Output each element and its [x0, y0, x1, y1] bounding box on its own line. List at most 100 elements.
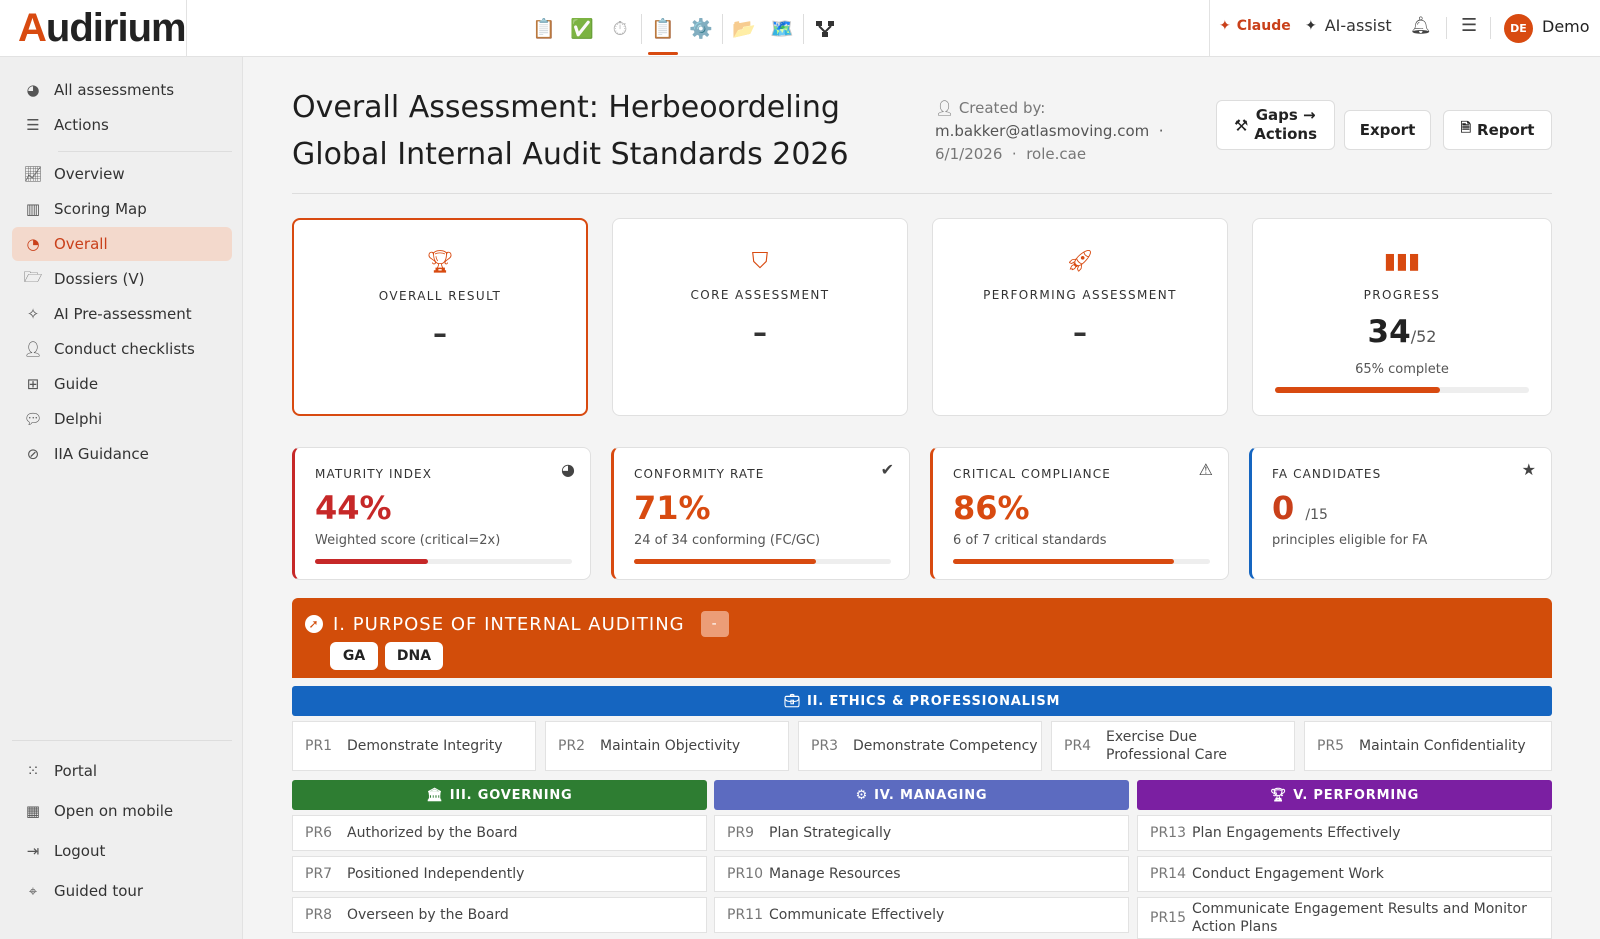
- principle-code: PR1: [305, 738, 333, 754]
- card-label: PROGRESS: [1363, 288, 1441, 302]
- performing-band[interactable]: 🏆︎ V. PERFORMING: [1137, 780, 1552, 810]
- sidebar-item-iia-guidance[interactable]: ⊘ IIA Guidance: [12, 437, 232, 471]
- fa-candidates-card[interactable]: FA CANDIDATES ★ 0 /15 principles eligibl…: [1249, 447, 1552, 580]
- principle-pr8[interactable]: PR8 Overseen by the Board: [292, 897, 707, 933]
- gauge-icon: ◕: [561, 460, 575, 479]
- principle-pr9[interactable]: PR9 Plan Strategically: [714, 815, 1129, 851]
- managing-band[interactable]: ⚙︎ IV. MANAGING: [714, 780, 1129, 810]
- sidebar-item-label: Open on mobile: [54, 802, 174, 820]
- report-label: Report: [1477, 121, 1535, 139]
- sidebar-item-ai-pre-assessment[interactable]: ✧ AI Pre-assessment: [12, 297, 232, 331]
- clipboard-icon[interactable]: 📋: [644, 0, 682, 57]
- gaps-actions-button[interactable]: ⚒ Gaps → Actions: [1216, 100, 1335, 150]
- principle-pr15[interactable]: PR15 Communicate Engagement Results and …: [1137, 897, 1552, 939]
- principle-pr1[interactable]: PR1 Demonstrate Integrity: [292, 721, 536, 771]
- managing-title: IV. MANAGING: [874, 787, 988, 803]
- gauge-icon: ◕: [26, 81, 40, 99]
- export-button[interactable]: Export: [1344, 110, 1431, 150]
- sidebar-item-label: Portal: [54, 762, 98, 780]
- principle-pr3[interactable]: PR3 Demonstrate Competency: [798, 721, 1042, 771]
- principle-name: Maintain Objectivity: [600, 738, 741, 754]
- menu-icon[interactable]: ☰: [1461, 15, 1477, 36]
- sidebar-item-logout[interactable]: ⇥ Logout: [12, 834, 232, 868]
- created-role: role.cae: [1026, 145, 1087, 163]
- ethics-band[interactable]: 💼︎ II. ETHICS & PROFESSIONALISM: [292, 686, 1552, 716]
- maturity-index-card[interactable]: MATURITY INDEX ◕ 44% Weighted score (cri…: [292, 447, 591, 580]
- chart-line-icon: 📈︎: [23, 165, 43, 183]
- principle-name: Demonstrate Integrity: [347, 738, 503, 754]
- divider: [1446, 17, 1447, 39]
- compass-icon: ➚: [305, 615, 323, 633]
- principle-pr13[interactable]: PR13 Plan Engagements Effectively: [1137, 815, 1552, 851]
- principle-pr7[interactable]: PR7 Positioned Independently: [292, 856, 707, 892]
- kpi-bar-fill: [953, 559, 1175, 564]
- header-divider: [292, 193, 1552, 194]
- network-icon[interactable]: [806, 0, 844, 57]
- sidebar-item-guide[interactable]: ⊞ Guide: [12, 367, 232, 401]
- sidebar-item-delphi[interactable]: 💬︎ Delphi: [12, 402, 232, 436]
- kpi-sub: principles eligible for FA: [1272, 533, 1428, 548]
- claude-button[interactable]: ✦ Claude: [1219, 18, 1291, 34]
- kpi-bar: [953, 559, 1210, 564]
- sidebar-item-label: Actions: [54, 116, 109, 134]
- toolbar-divider: [803, 13, 804, 44]
- principle-code: PR7: [305, 866, 333, 882]
- principle-code: PR9: [727, 825, 755, 841]
- folder-icon[interactable]: 📂: [725, 0, 763, 57]
- principle-pr11[interactable]: PR11 Communicate Effectively: [714, 897, 1129, 933]
- gear-icon[interactable]: ⚙️: [682, 0, 720, 57]
- kpi-value: 86%: [953, 489, 1030, 527]
- user-name[interactable]: Demo: [1542, 17, 1590, 36]
- sidebar-item-all-assessments[interactable]: ◕ All assessments: [12, 73, 232, 107]
- principle-pr6[interactable]: PR6 Authorized by the Board: [292, 815, 707, 851]
- principle-code: PR3: [811, 738, 839, 754]
- sidebar-item-dossiers[interactable]: 🗁 Dossiers (V): [12, 262, 232, 296]
- compass-icon: ⊘: [26, 445, 40, 463]
- kpi-label: MATURITY INDEX: [315, 467, 433, 481]
- principle-pr4[interactable]: PR4 Exercise Due Professional Care: [1051, 721, 1295, 771]
- sidebar-item-portal[interactable]: ⁙ Portal: [12, 754, 232, 788]
- avatar[interactable]: DE: [1504, 14, 1533, 43]
- ai-assist-button[interactable]: ✦ AI-assist: [1305, 16, 1392, 35]
- sidebar-item-label: All assessments: [54, 81, 175, 99]
- sidebar-item-label: Scoring Map: [54, 200, 147, 218]
- sidebar-item-open-on-mobile[interactable]: ▦ Open on mobile: [12, 794, 232, 828]
- divider: [1490, 17, 1491, 39]
- conformity-rate-card[interactable]: CONFORMITY RATE ✔︎ 71% 24 of 34 conformi…: [611, 447, 910, 580]
- sidebar-item-actions[interactable]: ☰ Actions: [12, 108, 232, 142]
- check-icon[interactable]: ✅: [563, 0, 601, 57]
- critical-compliance-card[interactable]: CRITICAL COMPLIANCE ⚠︎ 86% 6 of 7 critic…: [930, 447, 1229, 580]
- principle-name: Plan Strategically: [769, 825, 892, 841]
- timer-icon[interactable]: ⏱: [601, 0, 639, 57]
- principle-pr10[interactable]: PR10 Manage Resources: [714, 856, 1129, 892]
- fa-count: 0: [1272, 489, 1295, 527]
- sidebar-item-label: Overall: [54, 235, 108, 253]
- user-icon: 👤︎: [935, 99, 955, 117]
- clipboard-icon[interactable]: 📋: [525, 0, 563, 57]
- kpi-bar: [634, 559, 891, 564]
- chip-dna[interactable]: DNA: [385, 642, 443, 670]
- purpose-section: ➚ I. PURPOSE OF INTERNAL AUDITING - GA D…: [292, 598, 1552, 678]
- purpose-title[interactable]: ➚ I. PURPOSE OF INTERNAL AUDITING -: [305, 611, 729, 637]
- core-assessment-card[interactable]: ⛉ CORE ASSESSMENT –: [612, 218, 908, 416]
- logo-container[interactable]: Audirium: [0, 0, 187, 57]
- principle-pr2[interactable]: PR2 Maintain Objectivity: [545, 721, 789, 771]
- created-info: 👤︎ Created by: m.bakker@atlasmoving.com …: [935, 99, 1164, 163]
- principle-pr5[interactable]: PR5 Maintain Confidentiality: [1304, 721, 1552, 771]
- sidebar-item-scoring-map[interactable]: ▥ Scoring Map: [12, 192, 232, 226]
- gear-icon: ⚙︎: [855, 787, 869, 803]
- sidebar-item-guided-tour[interactable]: ⌖ Guided tour: [12, 874, 232, 908]
- sidebar-item-overall[interactable]: ◔ Overall: [12, 227, 232, 261]
- chip-ga[interactable]: GA: [330, 642, 378, 670]
- sidebar-item-conduct-checklists[interactable]: 👤︎ Conduct checklists: [12, 332, 232, 366]
- performing-assessment-card[interactable]: 🚀︎ PERFORMING ASSESSMENT –: [932, 218, 1228, 416]
- sidebar-item-overview[interactable]: 📈︎ Overview: [12, 157, 232, 191]
- report-button[interactable]: 🗎 Report: [1443, 110, 1552, 150]
- map-icon[interactable]: 🗺️: [763, 0, 801, 57]
- bell-icon[interactable]: 🔔︎: [1410, 16, 1432, 36]
- governing-band[interactable]: 🏛︎ III. GOVERNING: [292, 780, 707, 810]
- overall-result-card[interactable]: 🏆︎ OVERALL RESULT –: [292, 218, 588, 416]
- principle-pr14[interactable]: PR14 Conduct Engagement Work: [1137, 856, 1552, 892]
- principle-code: PR15: [1150, 910, 1186, 926]
- progress-card[interactable]: ▮▮▮ PROGRESS 34/52 65% complete: [1252, 218, 1552, 416]
